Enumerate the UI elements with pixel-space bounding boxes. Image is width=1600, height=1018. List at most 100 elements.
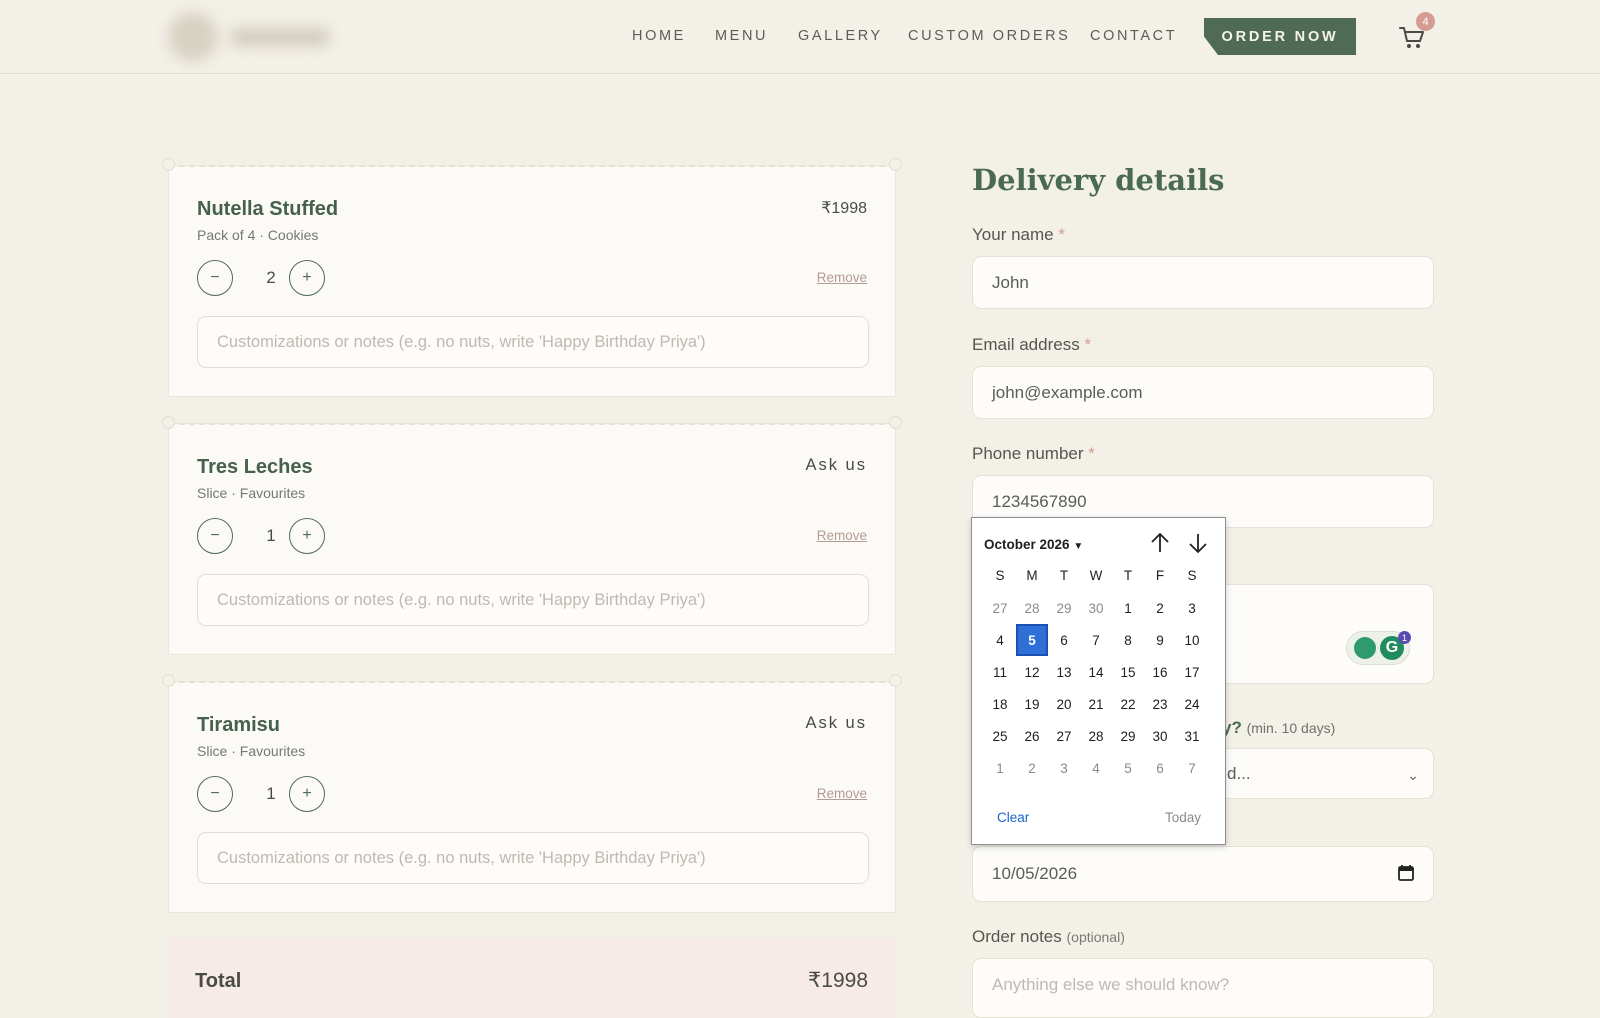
delivery-window-label: y? (min. 10 days) [1222, 718, 1335, 738]
calendar-day[interactable]: 7 [1080, 624, 1112, 656]
site-header: HOME MENU GALLERY CUSTOM ORDERS CONTACT … [0, 0, 1600, 74]
calendar-day[interactable]: 6 [1144, 752, 1176, 784]
calendar-day[interactable]: 19 [1016, 688, 1048, 720]
nav-home[interactable]: HOME [632, 28, 686, 44]
calendar-day[interactable]: 3 [1048, 752, 1080, 784]
increase-qty-button[interactable]: + [289, 260, 325, 296]
calendar-day[interactable]: 14 [1080, 656, 1112, 688]
calendar-day[interactable]: 27 [984, 592, 1016, 624]
grammarly-widget[interactable]: G 1 [1346, 631, 1411, 665]
calendar-day[interactable]: 10 [1176, 624, 1208, 656]
item-notes-input[interactable]: Customizations or notes (e.g. no nuts, w… [197, 574, 869, 626]
calendar-day[interactable]: 30 [1080, 592, 1112, 624]
calendar-day[interactable]: 4 [984, 624, 1016, 656]
calendar-day[interactable]: 29 [1048, 592, 1080, 624]
weekday-header: M [1026, 567, 1038, 583]
name-input[interactable]: John [972, 256, 1434, 309]
calendar-day[interactable]: 5 [1112, 752, 1144, 784]
site-logo[interactable] [168, 8, 348, 66]
perforation-dot [889, 416, 902, 429]
calendar-day[interactable]: 8 [1112, 624, 1144, 656]
weekday-header: S [995, 567, 1005, 583]
calendar-day[interactable]: 23 [1144, 688, 1176, 720]
grammarly-suggest-icon[interactable] [1354, 637, 1376, 659]
month-year-dropdown[interactable]: October 2026 ▼ [984, 537, 1083, 552]
next-month-arrow-icon[interactable] [1186, 530, 1210, 556]
calendar-day[interactable]: 25 [984, 720, 1016, 752]
item-notes-input[interactable]: Customizations or notes (e.g. no nuts, w… [197, 316, 869, 368]
calendar-day[interactable]: 15 [1112, 656, 1144, 688]
previous-month-arrow-icon[interactable] [1148, 530, 1172, 556]
order-now-button[interactable]: ORDER NOW [1204, 18, 1356, 55]
calendar-day[interactable]: 30 [1144, 720, 1176, 752]
delivery-min-note: (min. 10 days) [1246, 720, 1336, 736]
calendar-day[interactable]: 28 [1016, 592, 1048, 624]
calendar-day[interactable]: 9 [1144, 624, 1176, 656]
calendar-day[interactable]: 7 [1176, 752, 1208, 784]
item-title: Nutella Stuffed [197, 198, 339, 220]
nav-menu[interactable]: MENU [715, 28, 768, 44]
increase-qty-button[interactable]: + [289, 518, 325, 554]
weekday-header: T [1059, 567, 1069, 583]
calendar-day[interactable]: 24 [1176, 688, 1208, 720]
calendar-day[interactable]: 21 [1080, 688, 1112, 720]
calendar-icon[interactable] [1397, 864, 1415, 882]
item-notes-input[interactable]: Customizations or notes (e.g. no nuts, w… [197, 832, 869, 884]
item-title: Tiramisu [197, 714, 280, 736]
clear-date-button[interactable]: Clear [997, 810, 1029, 825]
calendar-day[interactable]: 13 [1048, 656, 1080, 688]
remove-item-link[interactable]: Remove [817, 270, 867, 285]
phone-label-text: Phone number [972, 444, 1084, 463]
remove-item-link[interactable]: Remove [817, 528, 867, 543]
name-label-text: Your name [972, 225, 1054, 244]
today-button[interactable]: Today [1165, 810, 1201, 825]
cart-count-badge: 4 [1416, 12, 1435, 31]
calendar-day[interactable]: 16 [1144, 656, 1176, 688]
order-notes-textarea[interactable]: Anything else we should know? [972, 958, 1434, 1018]
calendar-day[interactable]: 2 [1016, 752, 1048, 784]
logo-wordmark [230, 28, 330, 46]
calendar-day[interactable]: 3 [1176, 592, 1208, 624]
cart-item: Nutella Stuffed Pack of 4 · Cookies ₹199… [162, 158, 902, 397]
calendar-day[interactable]: 11 [984, 656, 1016, 688]
nav-custom-orders[interactable]: CUSTOM ORDERS [908, 28, 1070, 44]
perforation-divider [169, 681, 895, 683]
decrease-qty-button[interactable]: − [197, 518, 233, 554]
item-quantity: 2 [266, 268, 276, 287]
email-input[interactable]: john@example.com [972, 366, 1434, 419]
delivery-heading: Delivery details [972, 163, 1225, 197]
decrease-qty-button[interactable]: − [197, 260, 233, 296]
calendar-day[interactable]: 22 [1112, 688, 1144, 720]
calendar-day[interactable]: 5 [1016, 624, 1048, 656]
perforation-dot [162, 416, 175, 429]
required-mark: * [1088, 444, 1095, 463]
logo-mark [168, 12, 218, 62]
calendar-day[interactable]: 18 [984, 688, 1016, 720]
weekday-header: F [1155, 567, 1165, 583]
calendar-day[interactable]: 28 [1080, 720, 1112, 752]
date-value: 10/05/2026 [992, 864, 1078, 883]
nav-contact[interactable]: CONTACT [1090, 28, 1177, 44]
calendar-day[interactable]: 4 [1080, 752, 1112, 784]
calendar-day[interactable]: 17 [1176, 656, 1208, 688]
remove-item-link[interactable]: Remove [817, 786, 867, 801]
calendar-day[interactable]: 6 [1048, 624, 1080, 656]
nav-gallery[interactable]: GALLERY [798, 28, 883, 44]
decrease-qty-button[interactable]: − [197, 776, 233, 812]
email-label: Email address * [972, 335, 1091, 355]
delivery-date-input[interactable]: 10/05/2026 [972, 846, 1434, 902]
calendar-day[interactable]: 1 [984, 752, 1016, 784]
calendar-day[interactable]: 20 [1048, 688, 1080, 720]
calendar-day[interactable]: 27 [1048, 720, 1080, 752]
perforation-dot [889, 674, 902, 687]
perforation-divider [169, 423, 895, 425]
calendar-day[interactable]: 1 [1112, 592, 1144, 624]
calendar-day[interactable]: 31 [1176, 720, 1208, 752]
item-subtitle: Pack of 4 · Cookies [197, 227, 319, 243]
calendar-day[interactable]: 12 [1016, 656, 1048, 688]
cart-item: Tres Leches Slice · Favourites Ask us − … [162, 416, 902, 655]
increase-qty-button[interactable]: + [289, 776, 325, 812]
calendar-day[interactable]: 29 [1112, 720, 1144, 752]
calendar-day[interactable]: 26 [1016, 720, 1048, 752]
calendar-day[interactable]: 2 [1144, 592, 1176, 624]
